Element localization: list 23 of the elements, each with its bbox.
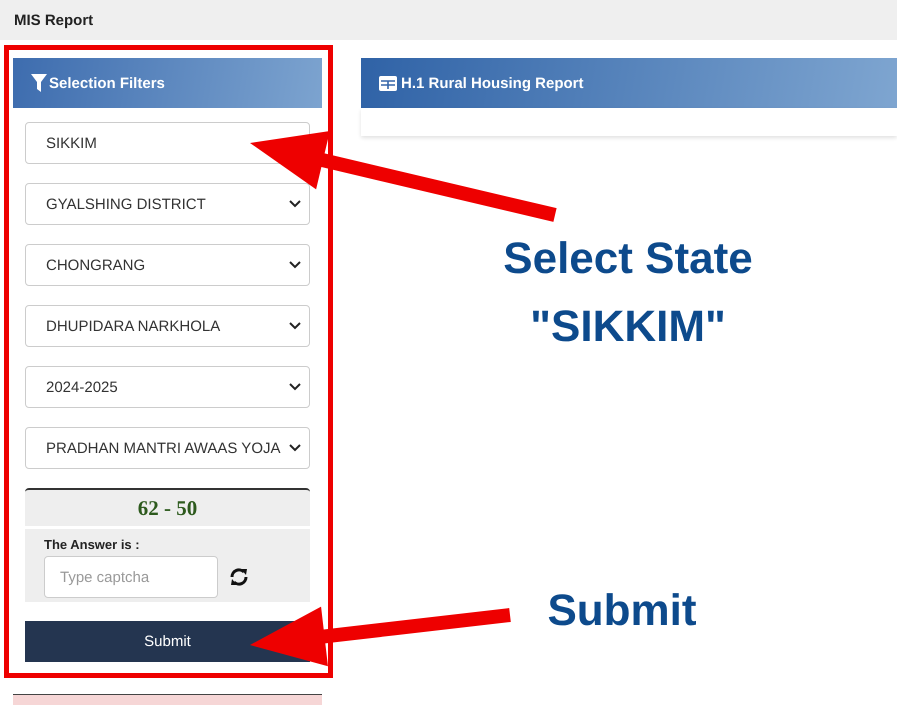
dropdown[interactable]: GYALSHING DISTRICT [25, 183, 310, 225]
state-field[interactable]: SIKKIM [25, 122, 310, 164]
annotation-text: Submit [547, 586, 697, 636]
captcha-field[interactable]: Type captcha [44, 556, 218, 598]
dropdown[interactable]: PRADHAN MANTRI AWAAS YOJA [25, 427, 310, 469]
table-icon [379, 76, 397, 90]
dropdown[interactable]: 2024-2025 [25, 366, 310, 408]
dropdown[interactable]: DHUPIDARA NARKHOLA [25, 305, 310, 347]
report-title: H.1 Rural Housing Report [401, 74, 584, 92]
chevron-icon [289, 383, 301, 391]
chevron-icon [289, 322, 301, 330]
annotation-text: "SIKKIM" [530, 302, 726, 352]
chevron-icon [289, 261, 301, 269]
dropdown[interactable]: CHONGRANG [25, 244, 310, 286]
chevron-icon [289, 200, 301, 208]
filter-icon [31, 74, 47, 92]
refresh-icon[interactable] [228, 566, 250, 588]
chevron-icon [289, 444, 301, 452]
page-title: MIS Report [14, 12, 94, 28]
annotation-text: Select State [503, 234, 753, 284]
answer-label: The Answer is : [44, 537, 141, 552]
captcha-question: 62 - 50 [138, 496, 198, 520]
panel-title: Selection Filters [49, 74, 165, 92]
